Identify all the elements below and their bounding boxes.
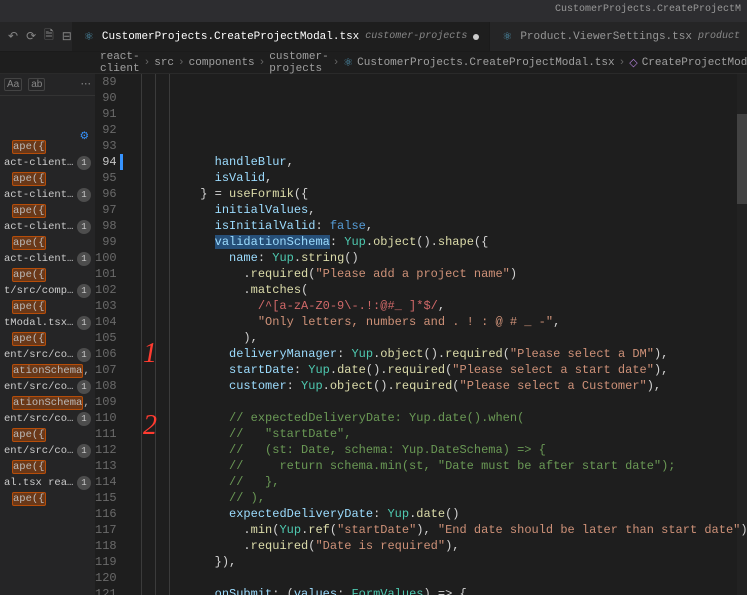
tab-folder: customer-projects — [365, 31, 467, 42]
code-line[interactable]: .required("Please add a project name") — [143, 266, 747, 282]
refresh-icon[interactable]: ⟳ — [26, 29, 36, 44]
code-line[interactable]: validationSchema: Yup.object().shape({ — [143, 234, 747, 250]
code-line[interactable]: } = useFormik({ — [143, 186, 747, 202]
breadcrumb-seg[interactable]: components — [189, 57, 255, 69]
code-line[interactable]: isInitialValid: false, — [143, 218, 747, 234]
code-line[interactable]: handleBlur, — [143, 154, 747, 170]
breadcrumb: react-client› src› components› customer-… — [0, 52, 747, 74]
code-line[interactable]: // ), — [143, 490, 747, 506]
react-file-icon: ⚛ — [82, 30, 96, 44]
breadcrumb-seg[interactable]: customer-projects — [269, 51, 328, 75]
search-result-file[interactable]: ent/src/comp…1 — [0, 410, 95, 428]
search-result-file[interactable]: t/src/compon…1 — [0, 282, 95, 300]
code-area[interactable]: handleBlur, isValid, } = useFormik({ ini… — [127, 74, 747, 595]
new-file-icon[interactable]: 🗎 — [44, 26, 54, 47]
code-line[interactable]: .min(Yup.ref("startDate"), "End date sho… — [143, 522, 747, 538]
search-sidebar: Aa ab ⋯ ⚙ ape({act-client/src/…1ape({act… — [0, 74, 95, 595]
code-editor[interactable]: 8990919293949596979899100101102103104105… — [95, 74, 747, 595]
code-line[interactable]: startDate: Yup.date().required("Please s… — [143, 362, 747, 378]
react-file-icon: ⚛ — [500, 30, 514, 44]
tab-folder: product — [698, 31, 740, 42]
react-file-icon: ⚛ — [343, 56, 353, 70]
symbol-icon: ◇ — [629, 56, 637, 70]
breadcrumb-seg[interactable]: src — [154, 57, 174, 69]
search-result-line[interactable]: ape({ — [0, 460, 95, 474]
code-line[interactable]: expectedDeliveryDate: Yup.date() — [143, 506, 747, 522]
search-result-line[interactable]: ape({ — [0, 172, 95, 186]
go-back-icon[interactable]: ↶ — [8, 29, 18, 44]
line-gutter: 8990919293949596979899100101102103104105… — [95, 74, 127, 595]
tab-label: CustomerProjects.CreateProjectModal.tsx — [102, 31, 359, 43]
search-options: Aa ab ⋯ — [0, 74, 95, 96]
more-options-icon[interactable]: ⋯ — [51, 78, 91, 91]
gear-icon[interactable]: ⚙ — [80, 130, 89, 143]
code-line[interactable]: // expectedDeliveryDate: Yup.date().when… — [143, 410, 747, 426]
code-line[interactable] — [143, 394, 747, 410]
code-line[interactable]: .matches( — [143, 282, 747, 298]
whole-word-toggle[interactable]: ab — [28, 78, 45, 91]
code-line[interactable]: customer: Yup.object().required("Please … — [143, 378, 747, 394]
code-line[interactable]: /^[a-zA-Z0-9\-.!:@#_ ]*$/, — [143, 298, 747, 314]
tab-label: Product.ViewerSettings.tsx — [520, 31, 692, 43]
scrollbar-thumb[interactable] — [737, 114, 747, 204]
search-result-line[interactable]: ape({ — [0, 268, 95, 282]
tab-create-project-modal[interactable]: ⚛ CustomerProjects.CreateProjectModal.ts… — [72, 22, 490, 51]
breadcrumb-file[interactable]: CustomerProjects.CreateProjectModal.tsx — [357, 57, 614, 69]
dirty-indicator-icon — [473, 34, 479, 40]
code-line[interactable]: name: Yup.string() — [143, 250, 747, 266]
code-line[interactable]: initialValues, — [143, 202, 747, 218]
search-result-line[interactable]: ationSchema, — [0, 396, 95, 410]
search-result-file[interactable]: ent/src/co…1 — [0, 442, 95, 460]
code-line[interactable]: // "startDate", — [143, 426, 747, 442]
breadcrumb-seg[interactable]: react-client — [100, 51, 140, 75]
tab-viewer-settings[interactable]: ⚛ Product.ViewerSettings.tsx product — [490, 22, 747, 51]
code-line[interactable]: onSubmit: (values: FormValues) => { — [143, 586, 747, 595]
code-line[interactable]: ), — [143, 330, 747, 346]
code-line[interactable]: isValid, — [143, 170, 747, 186]
code-line[interactable]: .required("Date is required"), — [143, 538, 747, 554]
search-result-line[interactable]: ape({ — [0, 236, 95, 250]
editor-scrollbar[interactable] — [737, 74, 747, 595]
match-case-toggle[interactable]: Aa — [4, 78, 22, 91]
code-line[interactable] — [143, 570, 747, 586]
search-result-file[interactable]: act-client/src/…1 — [0, 186, 95, 204]
search-result-line[interactable]: ape({ — [0, 300, 95, 314]
window-title: CustomerProjects.CreateProjectM — [0, 0, 747, 22]
search-result-line[interactable]: ationSchema, — [0, 364, 95, 378]
search-result-file[interactable]: ent/src/comp…1 — [0, 378, 95, 396]
breadcrumb-symbol[interactable]: CreateProjectModal — [642, 57, 747, 69]
code-line[interactable]: deliveryManager: Yup.object().required("… — [143, 346, 747, 362]
search-result-file[interactable]: act-client/src/…1 — [0, 250, 95, 268]
code-line[interactable]: // }, — [143, 474, 747, 490]
tab-bar: ↶ ⟳ 🗎 ⊟ ⚛ CustomerProjects.CreateProject… — [0, 22, 747, 52]
code-line[interactable]: // (st: Date, schema: Yup.DateSchema) =>… — [143, 442, 747, 458]
search-result-file[interactable]: tModal.tsx r…1 — [0, 314, 95, 332]
search-result-file[interactable]: act-client/src/s…1 — [0, 218, 95, 236]
code-line[interactable]: }), — [143, 554, 747, 570]
tab-actions: ↶ ⟳ 🗎 ⊟ — [0, 22, 72, 51]
code-line[interactable]: // return schema.min(st, "Date must be a… — [143, 458, 747, 474]
search-result-line[interactable]: ape({ — [0, 332, 95, 346]
code-line[interactable]: "Only letters, numbers and . ! : @ # _ -… — [143, 314, 747, 330]
search-result-file[interactable]: ent/src/comp…1 — [0, 346, 95, 364]
search-result-line[interactable]: ape({ — [0, 204, 95, 218]
search-result-line[interactable]: ape({ — [0, 492, 95, 506]
search-result-line[interactable]: ape({ — [0, 428, 95, 442]
search-result-file[interactable]: act-client/src/…1 — [0, 154, 95, 172]
search-result-file[interactable]: al.tsx react-c…1 — [0, 474, 95, 492]
collapse-icon[interactable]: ⊟ — [62, 29, 72, 44]
